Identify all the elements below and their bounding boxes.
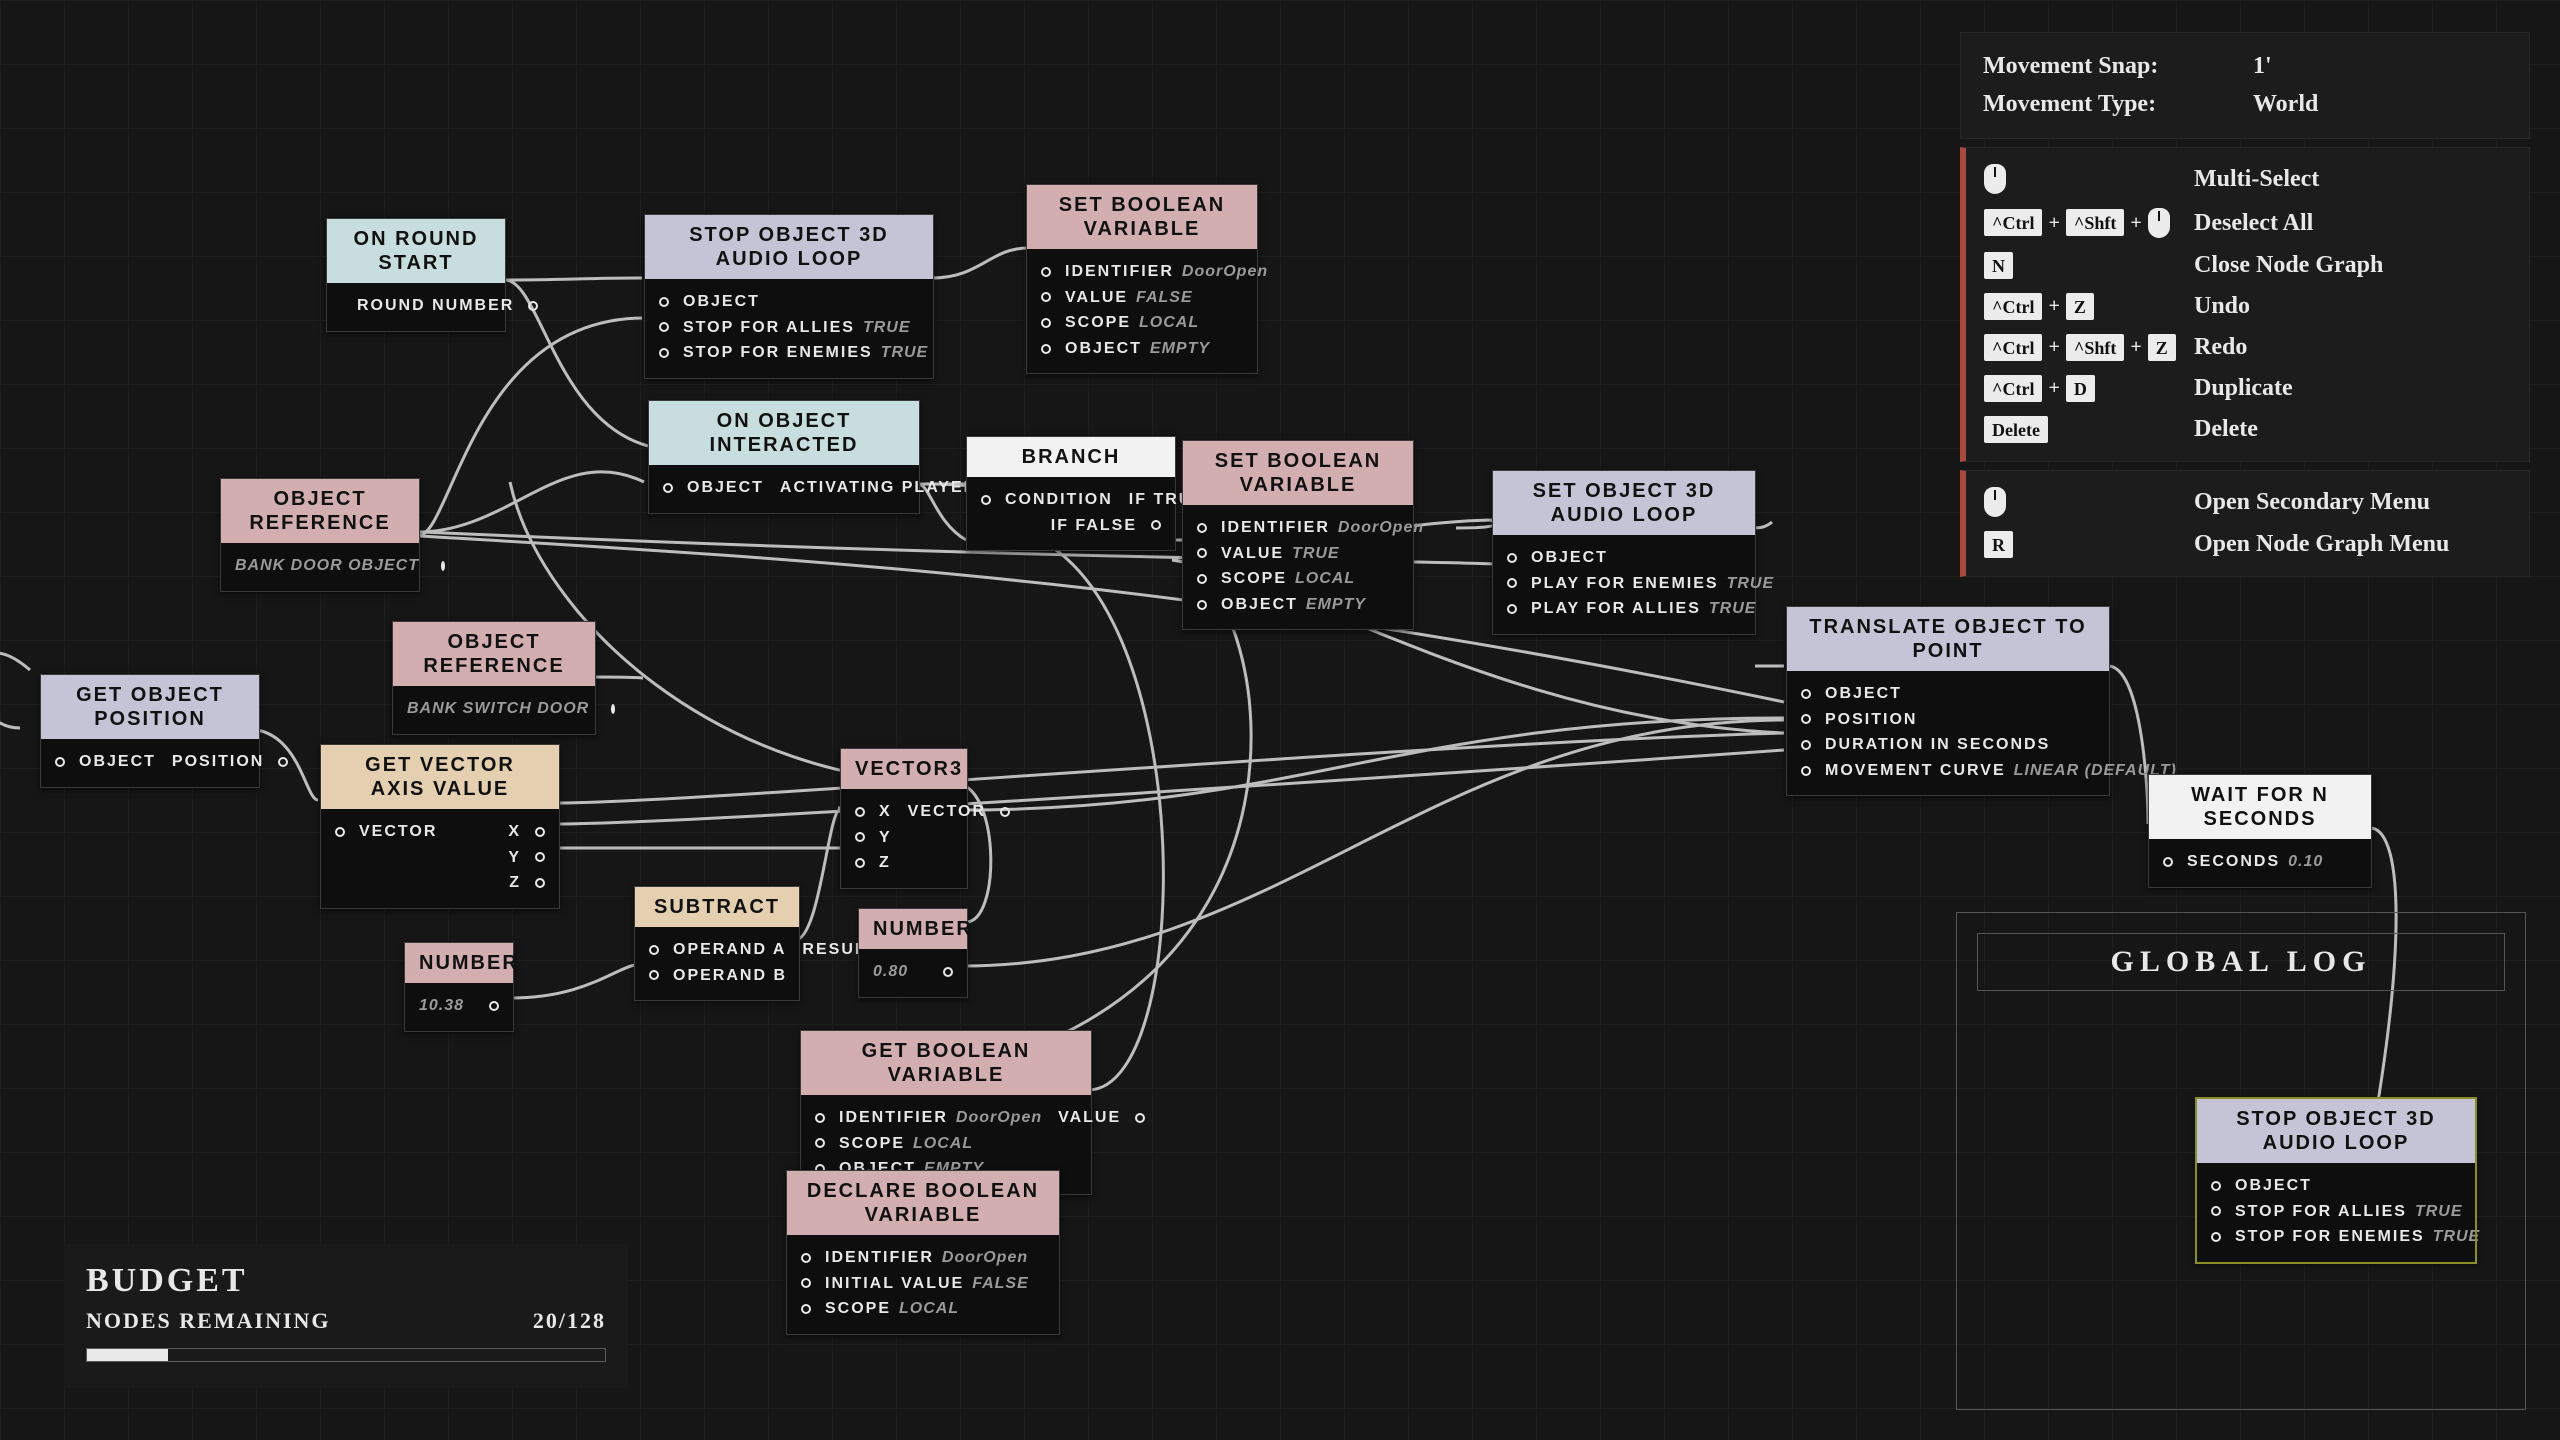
movement-type-label: Movement Type: <box>1983 85 2203 123</box>
hotkey-label: Undo <box>2194 294 2250 318</box>
hotkey-label: Open Node Graph Menu <box>2194 532 2449 556</box>
key-cap: ^Ctrl <box>1984 375 2042 402</box>
movement-snap-label: Movement Snap: <box>1983 47 2203 85</box>
key-cap: ^Ctrl <box>1984 293 2042 320</box>
key-cap: ^Shft <box>2066 209 2124 236</box>
node-subtract[interactable]: SUBTRACT OPERAND A RESULT OPERAND B <box>634 886 800 1001</box>
node-title: SET BOOLEAN VARIABLE <box>1027 185 1257 249</box>
hotkey-label: Open Secondary Menu <box>2194 490 2430 514</box>
hotkey-row: R Open Node Graph Menu <box>1984 531 2509 558</box>
node-title: GET OBJECT POSITION <box>41 675 259 739</box>
node-number-2[interactable]: NUMBER 0.80 <box>858 908 968 998</box>
budget-bar <box>86 1348 606 1362</box>
mouse-icon <box>1984 487 2006 517</box>
movement-card: Movement Snap: 1' Movement Type: World <box>1960 32 2530 139</box>
node-translate[interactable]: TRANSLATE OBJECT TO POINT OBJECT POSITIO… <box>1786 606 2110 796</box>
key-cap: ^Ctrl <box>1984 334 2042 361</box>
node-title: OBJECT REFERENCE <box>393 622 595 686</box>
hotkey-row: ^Ctrl+DDuplicate <box>1984 375 2509 402</box>
node-title: STOP OBJECT 3D AUDIO LOOP <box>645 215 933 279</box>
hotkey-row: N Close Node Graph <box>1984 252 2509 279</box>
info-panel: Movement Snap: 1' Movement Type: World M… <box>1960 32 2530 585</box>
node-set-bool-1[interactable]: SET BOOLEAN VARIABLE IDENTIFIER DoorOpen… <box>1026 184 1258 374</box>
node-set-bool-2[interactable]: SET BOOLEAN VARIABLE IDENTIFIER DoorOpen… <box>1182 440 1414 630</box>
node-on-interact[interactable]: ON OBJECT INTERACTED OBJECT ACTIVATING P… <box>648 400 920 514</box>
hotkey-row: ^Ctrl+^Shft+ZRedo <box>1984 334 2509 361</box>
key-cap: Z <box>2066 293 2094 320</box>
movement-type-value: World <box>2253 85 2318 123</box>
node-declare-bool[interactable]: DECLARE BOOLEAN VARIABLE IDENTIFIER Door… <box>786 1170 1060 1335</box>
node-on-round-start[interactable]: ON ROUND START ROUND NUMBER <box>326 218 506 332</box>
global-log-title: GLOBAL LOG <box>1977 933 2505 991</box>
node-title: SUBTRACT <box>635 887 799 927</box>
node-set-audio[interactable]: SET OBJECT 3D AUDIO LOOP OBJECT PLAY FOR… <box>1492 470 1756 635</box>
node-stop-audio-1[interactable]: STOP OBJECT 3D AUDIO LOOP OBJECT STOP FO… <box>644 214 934 379</box>
hotkey-label: Deselect All <box>2194 211 2313 235</box>
movement-snap-value: 1' <box>2253 47 2272 85</box>
node-title: VECTOR3 <box>841 749 967 789</box>
hotkey-row: ^Ctrl+^Shft+Deselect All <box>1984 208 2509 238</box>
hotkey-row: ^Ctrl+ZUndo <box>1984 293 2509 320</box>
node-objref-1[interactable]: OBJECT REFERENCE BANK DOOR OBJECT <box>220 478 420 592</box>
node-title: OBJECT REFERENCE <box>221 479 419 543</box>
key-cap: R <box>1984 531 2013 558</box>
key-cap: Z <box>2148 334 2176 361</box>
node-title: NUMBER <box>405 943 513 983</box>
key-cap: Delete <box>1984 416 2048 443</box>
hotkey-row: Multi-Select <box>1984 164 2509 194</box>
node-title: SET BOOLEAN VARIABLE <box>1183 441 1413 505</box>
hotkey-card-1: Multi-Select ^Ctrl+^Shft+Deselect All N Clo… <box>1960 147 2530 462</box>
node-vector3[interactable]: VECTOR3 X VECTOR Y Z <box>840 748 968 889</box>
budget-panel: BUDGET NODES REMAINING 20/128 <box>64 1244 628 1388</box>
node-objref-2[interactable]: OBJECT REFERENCE BANK SWITCH DOOR <box>392 621 596 735</box>
node-get-vec-axis[interactable]: GET VECTOR AXIS VALUE VECTOR X Y Z <box>320 744 560 909</box>
hotkey-label: Close Node Graph <box>2194 253 2383 277</box>
node-title: TRANSLATE OBJECT TO POINT <box>1787 607 2109 671</box>
budget-value: 20/128 <box>533 1310 606 1332</box>
node-title: SET OBJECT 3D AUDIO LOOP <box>1493 471 1755 535</box>
key-cap: D <box>2066 375 2095 402</box>
hotkey-label: Multi-Select <box>2194 167 2319 191</box>
mouse-icon <box>1984 164 2006 194</box>
node-title: STOP OBJECT 3D AUDIO LOOP <box>2197 1099 2475 1163</box>
budget-title: BUDGET <box>86 1264 606 1298</box>
node-number-1[interactable]: NUMBER 10.38 <box>404 942 514 1032</box>
hotkey-card-2: Open Secondary Menu R Open Node Graph Menu <box>1960 470 2530 577</box>
node-title: GET BOOLEAN VARIABLE <box>801 1031 1091 1095</box>
key-cap: ^Ctrl <box>1984 209 2042 236</box>
mouse-icon <box>2148 208 2170 238</box>
hotkey-label: Redo <box>2194 335 2247 359</box>
hotkey-label: Duplicate <box>2194 376 2293 400</box>
hotkey-row: Open Secondary Menu <box>1984 487 2509 517</box>
node-title: ON ROUND START <box>327 219 505 283</box>
node-title: BRANCH <box>967 437 1175 477</box>
budget-label: NODES REMAINING <box>86 1310 331 1332</box>
node-stop-audio-2[interactable]: STOP OBJECT 3D AUDIO LOOP OBJECT STOP FO… <box>2196 1098 2476 1263</box>
node-get-pos[interactable]: GET OBJECT POSITION OBJECT POSITION <box>40 674 260 788</box>
node-title: ON OBJECT INTERACTED <box>649 401 919 465</box>
hotkey-label: Delete <box>2194 417 2258 441</box>
key-cap: N <box>1984 252 2013 279</box>
node-branch[interactable]: BRANCH CONDITION IF TRUE IF FALSE <box>966 436 1176 551</box>
node-title: GET VECTOR AXIS VALUE <box>321 745 559 809</box>
node-title: WAIT FOR N SECONDS <box>2149 775 2371 839</box>
node-wait[interactable]: WAIT FOR N SECONDS SECONDS 0.10 <box>2148 774 2372 888</box>
hotkey-row: Delete Delete <box>1984 416 2509 443</box>
node-title: DECLARE BOOLEAN VARIABLE <box>787 1171 1059 1235</box>
key-cap: ^Shft <box>2066 334 2124 361</box>
node-title: NUMBER <box>859 909 967 949</box>
